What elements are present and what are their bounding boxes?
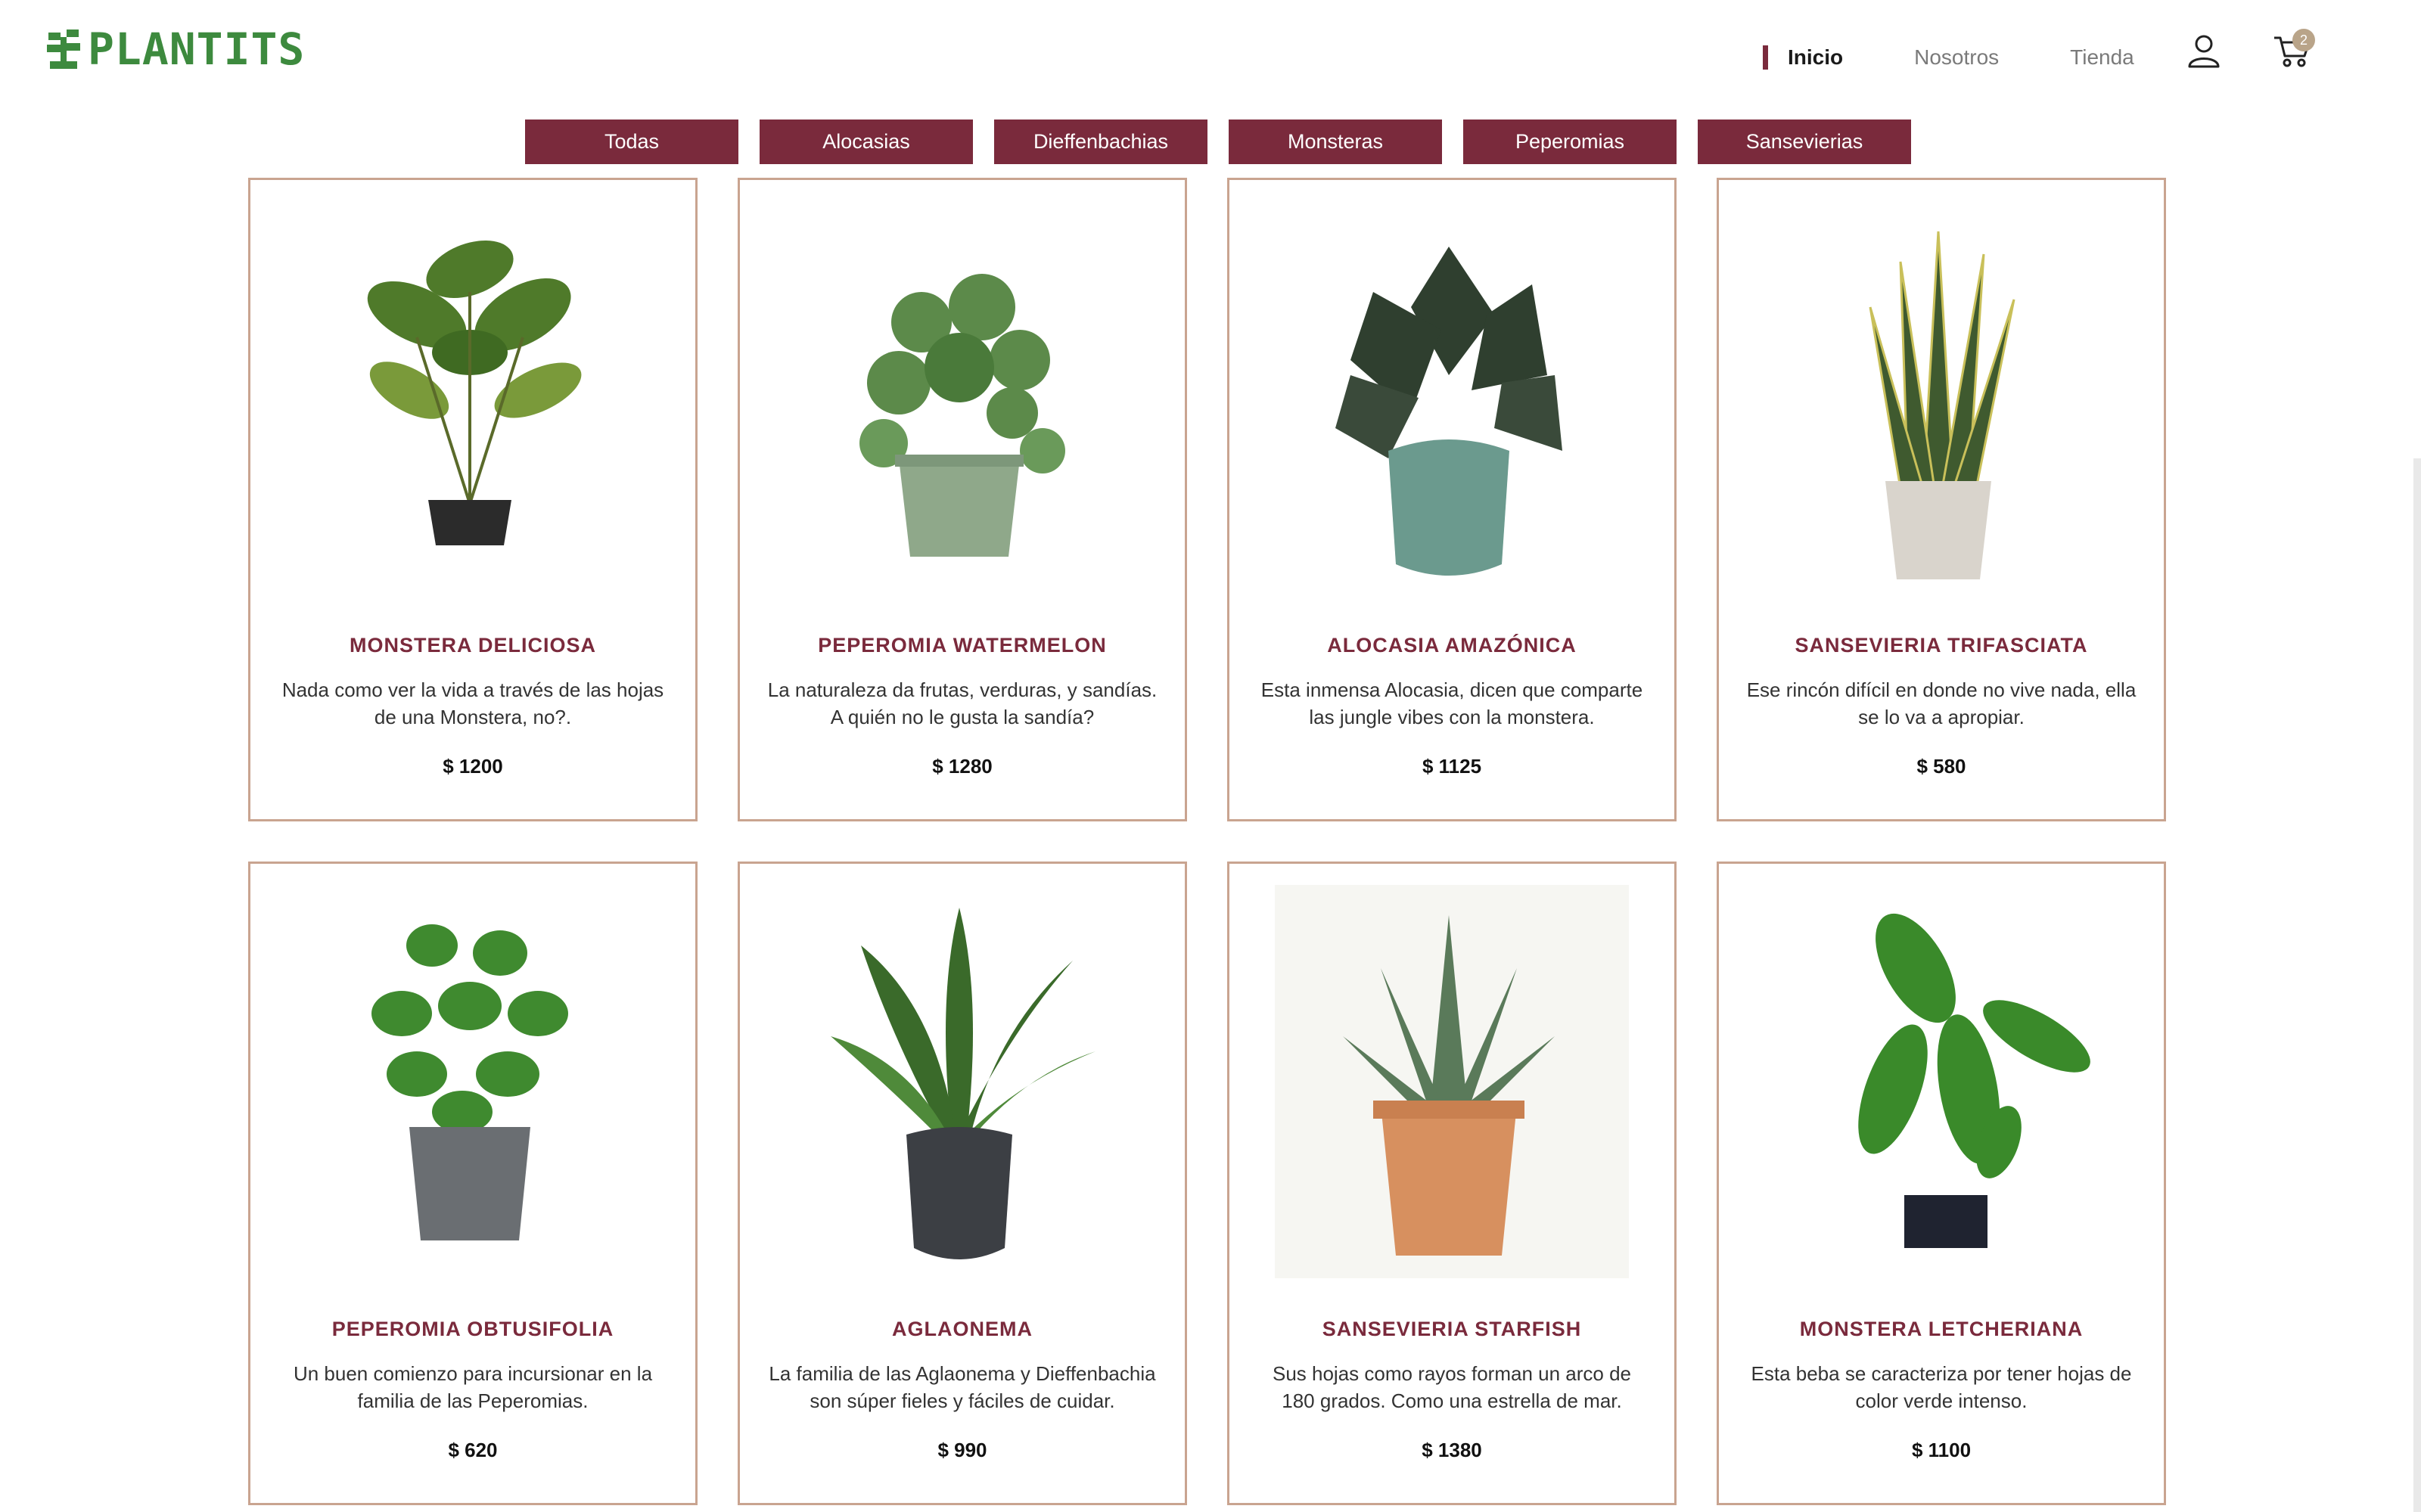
product-card[interactable]: AGLAONEMA La familia de las Aglaonema y … xyxy=(738,862,1187,1505)
product-title: MONSTERA DELICIOSA xyxy=(349,634,596,657)
plant-image xyxy=(367,241,582,545)
filter-monsteras[interactable]: Monsteras xyxy=(1229,120,1442,164)
product-description: La familia de las Aglaonema y Dieffenbac… xyxy=(769,1362,1156,1412)
product-card[interactable]: PEPEROMIA WATERMELON La naturaleza da fr… xyxy=(738,178,1187,821)
main-nav: Inicio Nosotros Tienda xyxy=(1763,41,2205,74)
page-scrollbar[interactable] xyxy=(2413,458,2421,1512)
product-description: La naturaleza da frutas, verduras, y san… xyxy=(767,678,1158,728)
product-title: AGLAONEMA xyxy=(892,1318,1033,1340)
nav-inicio[interactable]: Inicio xyxy=(1763,45,1843,70)
product-price: $ 1100 xyxy=(1911,1439,1972,1461)
product-grid: MONSTERA DELICIOSA Nada como ver la vida… xyxy=(248,178,2166,1505)
nav-tienda[interactable]: Tienda xyxy=(2070,45,2134,70)
filter-peperomias[interactable]: Peperomias xyxy=(1463,120,1677,164)
filter-todas[interactable]: Todas xyxy=(525,120,738,164)
brand-logo[interactable]: PLANTITS xyxy=(44,26,305,73)
plant-image xyxy=(1858,913,2090,1248)
product-title: MONSTERA LETCHERIANA xyxy=(1799,1318,2084,1340)
product-card[interactable]: PEPEROMIA OBTUSIFOLIA Un buen comienzo p… xyxy=(248,862,698,1505)
product-title: ALOCASIA AMAZÓNICA xyxy=(1327,634,1577,657)
plant-image xyxy=(859,274,1065,557)
filter-alocasias[interactable]: Alocasias xyxy=(760,120,973,164)
nav-nosotros[interactable]: Nosotros xyxy=(1914,45,1999,70)
product-card[interactable]: MONSTERA LETCHERIANA Esta beba se caract… xyxy=(1717,862,2166,1505)
product-price: $ 1380 xyxy=(1422,1439,1482,1461)
user-icon[interactable] xyxy=(2186,33,2221,68)
product-title: PEPEROMIA WATERMELON xyxy=(818,634,1107,657)
product-description: Esta inmensa Alocasia, dicen que compart… xyxy=(1260,678,1643,728)
brand-name: PLANTITS xyxy=(88,23,306,75)
product-price: $ 1125 xyxy=(1422,755,1482,778)
product-description: Un buen comienzo para incursionar en la … xyxy=(293,1362,653,1412)
product-title: SANSEVIERIA STARFISH xyxy=(1322,1318,1582,1340)
plant-logo-icon xyxy=(47,29,80,69)
filter-sansevierias[interactable]: Sansevierias xyxy=(1698,120,1911,164)
product-description: Nada como ver la vida a través de las ho… xyxy=(281,678,664,728)
product-card[interactable]: SANSEVIERIA STARFISH Sus hojas como rayo… xyxy=(1227,862,1677,1505)
product-description: Ese rincón difícil en donde no vive nada… xyxy=(1746,678,2137,728)
category-filters: Todas Alocasias Dieffenbachias Monsteras… xyxy=(525,120,1911,164)
product-price: $ 620 xyxy=(448,1439,498,1461)
plant-image xyxy=(1869,231,2015,579)
product-card[interactable]: ALOCASIA AMAZÓNICA Esta inmensa Alocasia… xyxy=(1227,178,1677,821)
filter-dieffenbachias[interactable]: Dieffenbachias xyxy=(994,120,1207,164)
product-card[interactable]: SANSEVIERIA TRIFASCIATA Ese rincón difíc… xyxy=(1717,178,2166,821)
product-title: SANSEVIERIA TRIFASCIATA xyxy=(1795,634,2088,657)
cart-count-badge: 2 xyxy=(2292,29,2315,51)
product-description: Esta beba se caracteriza por tener hojas… xyxy=(1751,1362,2132,1412)
plant-image xyxy=(831,908,1096,1259)
product-title: PEPEROMIA OBTUSIFOLIA xyxy=(331,1318,614,1340)
product-price: $ 990 xyxy=(937,1439,987,1461)
plant-image xyxy=(371,924,568,1240)
product-price: $ 1280 xyxy=(932,755,993,778)
product-price: $ 580 xyxy=(1916,755,1966,778)
product-card[interactable]: MONSTERA DELICIOSA Nada como ver la vida… xyxy=(248,178,698,821)
product-description: Sus hojas como rayos forman un arco de 1… xyxy=(1272,1362,1632,1412)
plant-image xyxy=(1275,885,1629,1278)
product-price: $ 1200 xyxy=(443,755,503,778)
plant-image xyxy=(1335,247,1562,576)
